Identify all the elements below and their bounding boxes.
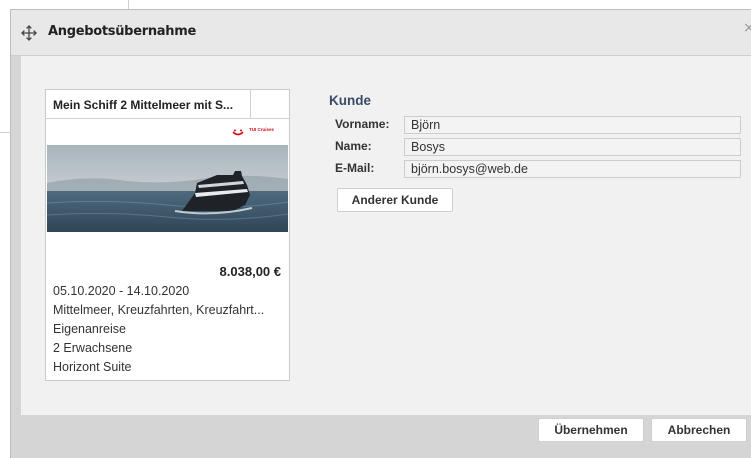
offer-title: Mein Schiff 2 Mittelmeer mit S... bbox=[53, 98, 234, 112]
cancel-button[interactable]: Abbrechen bbox=[651, 418, 747, 442]
firstname-label: Vorname: bbox=[335, 117, 390, 131]
offer-travelers: 2 Erwachsene bbox=[53, 341, 133, 355]
dialog-titlebar[interactable]: Angebotsübernahme × bbox=[11, 10, 751, 56]
offer-card: Mein Schiff 2 Mittelmeer mit S... TUI Cr… bbox=[45, 89, 290, 381]
close-icon[interactable]: × bbox=[743, 20, 751, 36]
offer-price: 8.038,00 € bbox=[219, 264, 281, 279]
offer-regions: Mittelmeer, Kreuzfahrten, Kreuzfahrt... bbox=[53, 303, 265, 317]
offer-transfer-dialog: Angebotsübernahme × Mein Schiff 2 Mittel… bbox=[10, 9, 751, 458]
move-icon[interactable] bbox=[20, 24, 38, 42]
email-field[interactable]: björn.bosys@web.de bbox=[404, 160, 741, 178]
firstname-field[interactable]: Björn bbox=[404, 116, 741, 134]
other-customer-button[interactable]: Anderer Kunde bbox=[337, 188, 453, 212]
offer-dates: 05.10.2020 - 14.10.2020 bbox=[53, 284, 190, 298]
customer-section-title: Kunde bbox=[329, 93, 371, 108]
cruise-ship-image bbox=[47, 145, 288, 232]
dialog-title: Angebotsübernahme bbox=[48, 24, 196, 39]
offer-cabin: Horizont Suite bbox=[53, 360, 132, 374]
divider bbox=[250, 90, 251, 119]
brand-name: TUI Cruises bbox=[249, 127, 275, 132]
background-divider bbox=[128, 0, 129, 9]
offer-travel: Eigenanreise bbox=[53, 322, 126, 336]
accept-button[interactable]: Übernehmen bbox=[538, 418, 644, 442]
email-label: E-Mail: bbox=[335, 161, 375, 175]
background-divider bbox=[0, 132, 10, 133]
lastname-field[interactable]: Bosys bbox=[404, 138, 741, 156]
dialog-content: Mein Schiff 2 Mittelmeer mit S... TUI Cr… bbox=[21, 56, 751, 415]
offer-card-header: Mein Schiff 2 Mittelmeer mit S... bbox=[46, 90, 289, 119]
lastname-label: Name: bbox=[335, 139, 372, 153]
